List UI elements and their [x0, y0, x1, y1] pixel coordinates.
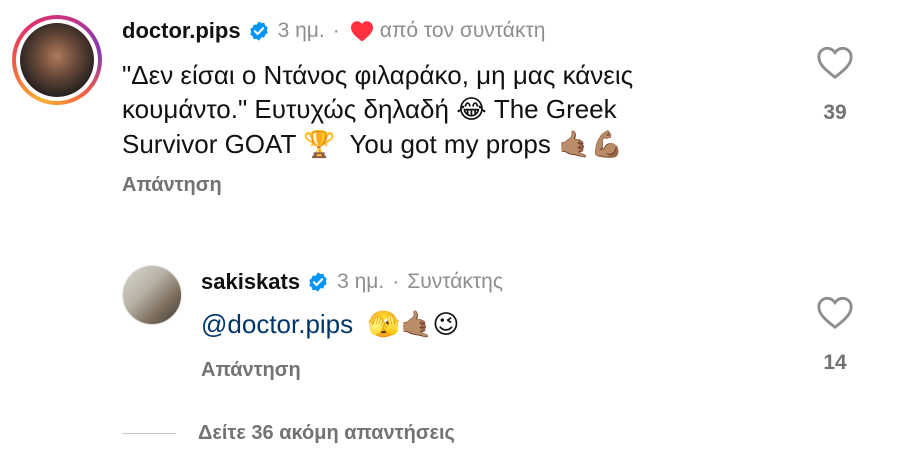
- red-heart-icon: [350, 21, 373, 42]
- like-button[interactable]: 14: [815, 295, 855, 375]
- reply-button[interactable]: Απάντηση: [201, 359, 301, 382]
- separator-dot: ·: [392, 270, 400, 293]
- comment-header: sakiskats 3 ημ. · Συντάκτης: [201, 269, 503, 295]
- flexed-biceps-emoji: 💪🏽: [590, 130, 623, 160]
- verified-badge-icon: [309, 272, 327, 292]
- comment-text: @doctor.pips 🫣🤙🏽😉: [201, 307, 761, 342]
- like-button[interactable]: 39: [815, 45, 855, 125]
- face-peeking-emoji: 🫣: [367, 310, 400, 340]
- like-count: 14: [823, 351, 847, 374]
- comment-text-line: κουμάντο." Ευτυχώς δηλαδή 😂 The Greek: [122, 94, 617, 125]
- laughing-emoji: 😂: [456, 95, 487, 125]
- avatar-sakiskats[interactable]: [122, 265, 182, 325]
- call-me-hand-emoji: 🤙🏽: [558, 130, 591, 160]
- avatar-doctor-pips[interactable]: [20, 23, 94, 97]
- view-more-label[interactable]: Δείτε 36 ακόμη απαντήσεις: [198, 422, 455, 445]
- view-more-replies[interactable]: Δείτε 36 ακόμη απαντήσεις: [122, 422, 455, 445]
- timestamp: 3 ημ.: [337, 270, 385, 293]
- comment-text-line: Survivor GOAT 🏆 You got my props 🤙🏽💪🏽: [122, 129, 623, 160]
- creator-role-label: Συντάκτης: [407, 270, 503, 293]
- mention-link[interactable]: @doctor.pips: [201, 309, 353, 339]
- comment-doctor-pips: doctor.pips 3 ημ. · από τον συντάκτη "Δε…: [0, 0, 900, 230]
- liked-by-creator-label: από τον συντάκτη: [379, 19, 546, 42]
- trophy-emoji: 🏆: [303, 130, 336, 160]
- username[interactable]: sakiskats: [201, 269, 300, 295]
- reply-button[interactable]: Απάντηση: [122, 174, 222, 197]
- call-me-hand-emoji: 🤙🏽: [399, 310, 433, 340]
- divider-line: [122, 433, 176, 434]
- comment-text-line: "Δεν είσαι ο Ντάνος φιλαράκο, μη μας κάν…: [122, 60, 634, 90]
- winking-face-emoji: 😉: [432, 310, 460, 340]
- comment-header: doctor.pips 3 ημ. · από τον συντάκτη: [122, 18, 545, 44]
- username[interactable]: doctor.pips: [122, 18, 241, 44]
- comment-sakiskats: sakiskats 3 ημ. · Συντάκτης @doctor.pips…: [0, 255, 900, 395]
- like-count: 39: [823, 101, 847, 124]
- timestamp: 3 ημ.: [277, 19, 325, 42]
- comment-text: "Δεν είσαι ο Ντάνος φιλαράκο, μη μας κάν…: [122, 58, 742, 162]
- verified-badge-icon: [249, 21, 268, 41]
- heart-outline-icon[interactable]: [816, 295, 854, 331]
- heart-outline-icon[interactable]: [816, 45, 854, 81]
- separator-dot: ·: [332, 19, 340, 42]
